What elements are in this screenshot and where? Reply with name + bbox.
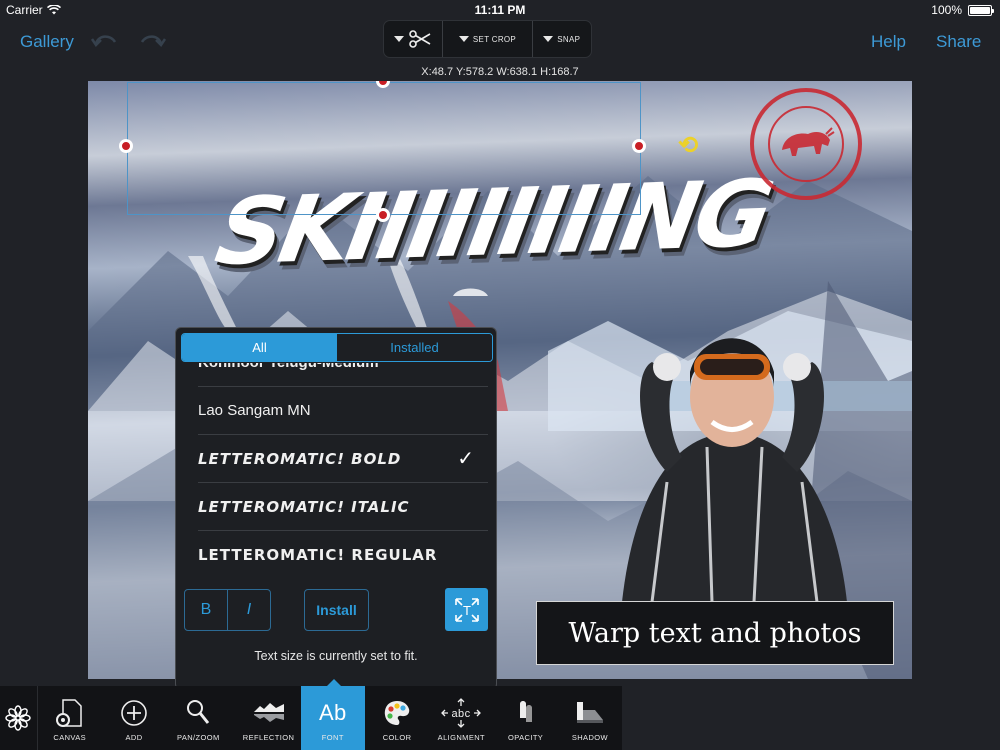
text-size-note: Text size is currently set to fit. bbox=[254, 649, 418, 663]
dropdown-icon bbox=[394, 36, 405, 42]
opacity-icon bbox=[519, 701, 532, 722]
alignment-icon: abc bbox=[441, 698, 482, 728]
font-row-selected[interactable]: LETTEROMATIC! BOLD ✓ bbox=[198, 435, 488, 483]
battery-percent: 100% bbox=[931, 3, 962, 17]
flower-logo-icon bbox=[5, 705, 31, 731]
canvas-tool[interactable]: CANVAS bbox=[38, 686, 102, 750]
crop-tool-group: SET CROP SNAP bbox=[383, 20, 592, 58]
alignment-icon-label: abc bbox=[452, 708, 471, 720]
dropdown-icon bbox=[543, 36, 554, 42]
font-tool[interactable]: Ab FONT bbox=[300, 679, 365, 750]
checkmark-icon: ✓ bbox=[457, 448, 474, 470]
set-crop-button[interactable]: SET CROP bbox=[443, 21, 533, 57]
buffalo-icon bbox=[782, 127, 835, 156]
shadow-tool[interactable]: SHADOW bbox=[558, 686, 622, 750]
opacity-tool[interactable]: OPACITY bbox=[494, 686, 558, 750]
font-list: Kohinoor Telugu-Medium Lao Sangam MN LET… bbox=[176, 363, 496, 603]
font-filter-segmented-control: All Installed bbox=[181, 333, 493, 362]
add-tool-label: ADD bbox=[125, 733, 143, 742]
font-name: LETTEROMATIC! REGULAR bbox=[198, 546, 438, 564]
cut-tool-button[interactable] bbox=[384, 21, 444, 57]
fit-text-icon: T bbox=[454, 597, 479, 622]
font-tool-label: FONT bbox=[321, 733, 344, 742]
alignment-tool-label: ALIGNMENT bbox=[437, 733, 486, 742]
shadow-tool-label: SHADOW bbox=[571, 733, 608, 742]
bold-toggle-button[interactable]: B bbox=[184, 589, 228, 631]
font-icon: Ab bbox=[318, 700, 347, 725]
fit-text-icon-label: T bbox=[463, 603, 471, 618]
font-name: LETTEROMATIC! ITALIC bbox=[198, 497, 410, 516]
font-name: Lao Sangam MN bbox=[198, 402, 311, 419]
dropdown-icon bbox=[458, 36, 469, 42]
reflection-icon bbox=[253, 703, 284, 722]
resize-handle-right[interactable] bbox=[632, 139, 646, 153]
reflection-tool-label: REFLECTION bbox=[242, 733, 295, 742]
italic-toggle-button[interactable]: I bbox=[227, 589, 271, 631]
redo-icon[interactable] bbox=[137, 30, 167, 52]
gallery-button[interactable]: Gallery bbox=[20, 32, 74, 52]
text-selection-box[interactable] bbox=[127, 82, 641, 215]
battery-indicator: 100% bbox=[931, 3, 994, 17]
install-button[interactable]: Install bbox=[304, 589, 369, 631]
app-window: Carrier 11:11 PM 100% Gallery SET CROP S… bbox=[0, 0, 1000, 750]
navigation-bar: Gallery SET CROP SNAP Help Share bbox=[0, 20, 1000, 64]
pan-zoom-tool-label: PAN/ZOOM bbox=[176, 733, 220, 742]
selection-coordinates: X:48.7 Y:578.2 W:638.1 H:168.7 bbox=[421, 66, 579, 78]
help-button[interactable]: Help bbox=[871, 32, 906, 52]
magnifier-icon bbox=[187, 700, 210, 724]
fit-text-button[interactable]: T bbox=[445, 588, 488, 631]
font-row[interactable]: Lao Sangam MN bbox=[198, 387, 488, 435]
clock: 11:11 PM bbox=[474, 3, 526, 17]
color-tool-label: COLOR bbox=[382, 733, 412, 742]
share-button[interactable]: Share bbox=[936, 32, 981, 52]
font-picker-popover: All Installed Kohinoor Telugu-Medium Lao… bbox=[175, 327, 497, 690]
color-tool[interactable]: COLOR bbox=[365, 686, 429, 750]
stamp-seal[interactable] bbox=[750, 88, 862, 200]
status-bar: Carrier 11:11 PM 100% bbox=[0, 0, 1000, 20]
font-name: Kohinoor Telugu-Medium bbox=[198, 363, 379, 371]
resize-handle-left[interactable] bbox=[119, 139, 133, 153]
shadow-icon bbox=[576, 702, 603, 723]
add-circle-icon bbox=[121, 700, 147, 726]
app-menu-button[interactable] bbox=[0, 686, 38, 750]
skier-photo[interactable] bbox=[612, 322, 852, 602]
pan-zoom-tool[interactable]: PAN/ZOOM bbox=[166, 686, 230, 750]
alignment-tool[interactable]: abc ALIGNMENT bbox=[429, 686, 493, 750]
battery-icon bbox=[968, 4, 994, 16]
font-row[interactable]: LETTEROMATIC! REGULAR bbox=[198, 531, 488, 579]
undo-icon[interactable] bbox=[90, 30, 120, 52]
opacity-tool-label: OPACITY bbox=[508, 733, 544, 742]
bottom-toolbar: CANVAS ADD PAN/ZOOM REFLECTION Ab FONT C… bbox=[0, 679, 622, 750]
font-row[interactable]: LETTEROMATIC! ITALIC bbox=[198, 483, 488, 531]
snap-label: SNAP bbox=[557, 34, 581, 44]
tab-all[interactable]: All bbox=[182, 334, 337, 361]
font-name: LETTEROMATIC! BOLD bbox=[198, 449, 402, 468]
canvas-settings-icon bbox=[55, 699, 82, 727]
reflection-tool[interactable]: REFLECTION bbox=[236, 686, 300, 750]
tab-installed[interactable]: Installed bbox=[337, 334, 492, 361]
canvas-tool-label: CANVAS bbox=[53, 733, 87, 742]
add-tool[interactable]: ADD bbox=[102, 686, 166, 750]
resize-handle-bottom[interactable] bbox=[376, 208, 390, 222]
font-row[interactable]: Kohinoor Telugu-Medium bbox=[198, 363, 488, 387]
set-crop-label: SET CROP bbox=[472, 34, 517, 44]
scissors-icon bbox=[409, 30, 431, 48]
snap-button[interactable]: SNAP bbox=[533, 21, 591, 57]
palette-icon bbox=[384, 701, 410, 725]
rotate-handle-icon[interactable]: ⟲ bbox=[678, 131, 698, 160]
caption-text-box[interactable]: Warp text and photos bbox=[536, 601, 894, 665]
